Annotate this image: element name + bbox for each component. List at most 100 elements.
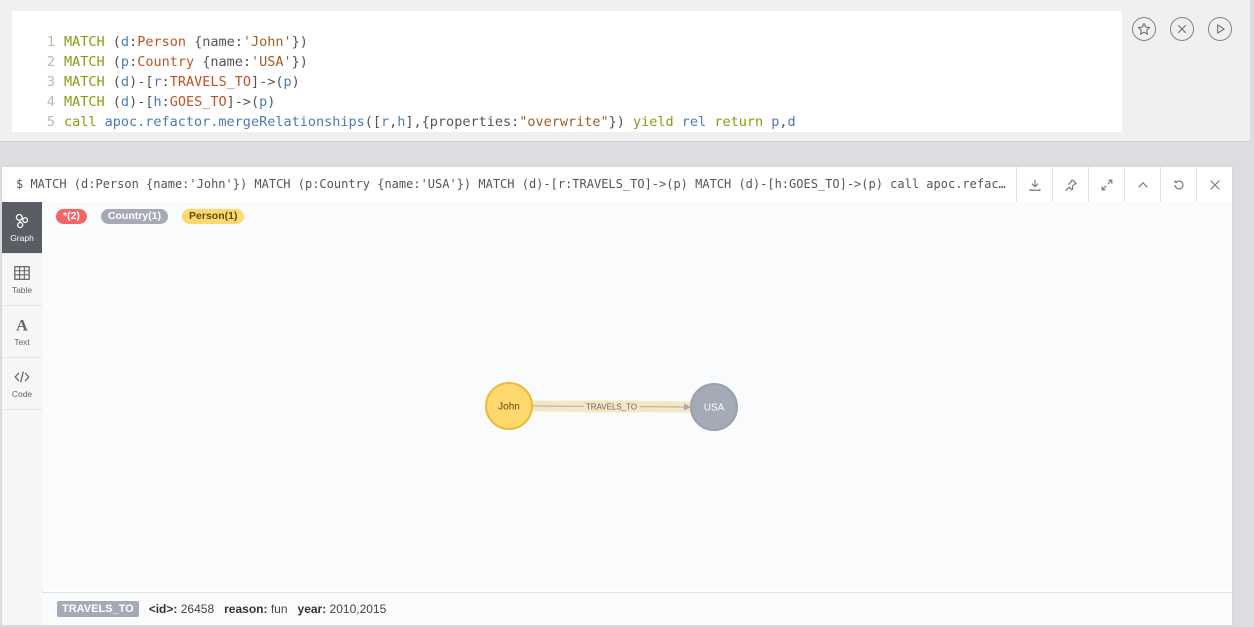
code-line[interactable]: 5 call apoc.refactor.mergeRelationships([… [12,112,796,132]
code-line[interactable]: 4 MATCH (d)-[h:GOES_TO]->(p) [12,92,796,112]
rerun-button[interactable] [1160,167,1196,202]
line-number: 5 [46,114,55,130]
code-token: GOES_TO [169,94,227,110]
line-number: 3 [46,74,55,90]
query-editor[interactable]: 1 MATCH (d:Person {name:'John'}) 2 MATCH (p… [12,11,1122,132]
download-button[interactable] [1016,167,1052,202]
result-frame: $ MATCH (d:Person {name:'John'}) MATCH (… [1,166,1233,626]
property-value: 26458 [180,602,215,616]
legend-all-pill[interactable]: *(2) [56,209,87,224]
relationship-label[interactable]: TRAVELS_TO [586,403,637,412]
code-token: )-[ [129,74,154,90]
favorite-button[interactable] [1132,17,1156,41]
code-token: d [787,114,796,130]
property-key: <id>: [148,602,178,616]
pin-button[interactable] [1052,167,1088,202]
code-token: 'John' [242,34,292,50]
code-line[interactable]: 2 MATCH (p:Country {name:'USA'}) [12,52,796,72]
property-value: fun [270,602,288,616]
line-number: 2 [46,54,55,70]
tab-graph[interactable]: Graph [2,202,42,254]
code-token: : [129,54,138,70]
star-icon [1137,22,1151,35]
tab-table[interactable]: Table [2,254,42,306]
tab-code[interactable]: Code [2,358,42,410]
code-token: rel [681,114,715,130]
expand-icon [1101,179,1112,190]
text-icon: A [16,316,28,334]
code-token: )-[ [129,94,154,110]
property-key: year: [297,602,327,616]
code-token: ],{properties: [405,114,520,130]
property-key: reason: [224,602,268,616]
code-token: TRAVELS_TO [169,74,252,90]
code-line[interactable]: 1 MATCH (d:Person {name:'John'}) [12,32,796,52]
code-token: }) [291,34,308,50]
run-button[interactable] [1208,17,1232,41]
code-token: : [161,74,170,90]
code-token: ) [267,94,276,110]
close-result-button[interactable] [1196,167,1232,202]
code-token: ( [112,94,121,110]
code-token: Person [137,34,186,50]
result-view-tabs: Graph Table A Text Code [2,202,43,625]
code-token: return [714,114,772,130]
expand-button[interactable] [1088,167,1124,202]
graph-node-label[interactable]: John [498,402,520,413]
clear-button[interactable] [1170,17,1194,41]
code-token: d [120,94,130,110]
code-token: 'USA' [251,54,292,70]
code-token: apoc.refactor.mergeRelationships [104,114,365,130]
code-token: ([ [364,114,381,130]
line-number: 4 [46,94,55,110]
result-query-title[interactable]: $ MATCH (d:Person {name:'John'}) MATCH (… [16,167,1011,202]
code-token: ]->( [226,94,260,110]
code-lines: 1 MATCH (d:Person {name:'John'}) 2 MATCH (p… [12,32,796,132]
code-icon [14,371,30,383]
graph-visualization[interactable]: TRAVELS_TO John USA [42,202,1232,589]
code-token: h [153,94,162,110]
code-token: }) [608,114,634,130]
code-token: }) [291,54,308,70]
code-token: p [120,54,130,70]
property-year: year: 2010,2015 [298,602,387,616]
code-token: MATCH [64,34,113,50]
tab-text[interactable]: A Text [2,306,42,358]
graph-canvas[interactable]: TRAVELS_TO John USA *(2) Country(1) Person… [42,202,1232,589]
code-token: : [161,94,170,110]
tab-code-label: Code [11,389,33,399]
code-line[interactable]: 3 MATCH (d)-[r:TRAVELS_TO]->(p) [12,72,796,92]
code-token: : [129,34,138,50]
code-token: r [153,74,162,90]
legend-country-pill[interactable]: Country(1) [100,209,169,224]
inspector-status-bar: TRAVELS_TO <id>: 26458 reason: fun year:… [42,592,1232,625]
tab-table-label: Table [11,285,33,295]
result-header: $ MATCH (d:Person {name:'John'}) MATCH (… [2,167,1232,203]
code-token: Country [137,54,195,70]
code-token: ) [291,74,300,90]
close-icon [1209,179,1220,190]
code-token: r [381,114,390,130]
result-header-actions [1016,167,1232,202]
collapse-button[interactable] [1124,167,1160,202]
code-token: call [64,114,105,130]
collapse-icon [1137,181,1148,188]
legend-person-pill[interactable]: Person(1) [182,209,245,224]
graph-node-label[interactable]: USA [704,403,725,414]
code-token: {name: [185,34,243,50]
svg-text:A: A [16,316,28,334]
code-token: MATCH [64,94,113,110]
property-value: 2010,2015 [329,602,387,616]
code-token: {name: [194,54,252,70]
code-token: ]->( [251,74,284,90]
editor-actions [1132,17,1232,41]
graph-legend: *(2) Country(1) Person(1) [56,209,245,224]
code-token: MATCH [64,54,113,70]
play-icon [1217,24,1225,34]
code-token: "overwrite" [519,114,609,130]
code-token: d [120,74,130,90]
tab-graph-label: Graph [10,233,34,243]
relationship-type-badge[interactable]: TRAVELS_TO [57,601,139,617]
close-circle-icon [1177,24,1187,34]
code-token: ( [112,74,121,90]
